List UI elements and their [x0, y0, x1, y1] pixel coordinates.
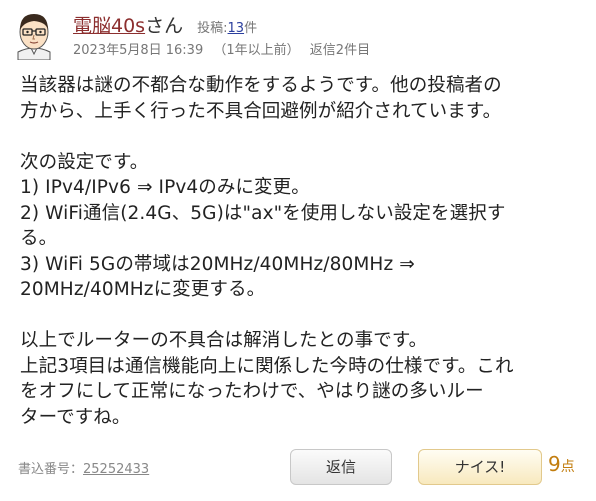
post-number-label: 書込番号： — [18, 462, 84, 477]
user-line: 電脳40sさん 投稿:13件 — [73, 11, 257, 38]
body-line: 当該器は謎の不都合な動作をするようです。他の投稿者の — [20, 75, 502, 96]
body-blank-line — [20, 124, 582, 150]
body-line: 2) WiFi通信(2.4G、5G)は"ax"を使用しない設定を選択す — [20, 202, 506, 224]
post-footer: 書込番号：25252433 返信 ナイス! 9点 — [0, 449, 596, 489]
body-line: 20MHz/40MHzに変更する。 — [20, 279, 266, 300]
body-line: る。 — [20, 228, 58, 249]
nice-points-value: 9 — [548, 452, 561, 476]
review-post: 電脳40sさん 投稿:13件 2023年5月8日 16:39 （1年以上前） 返… — [0, 0, 596, 501]
post-meta: 2023年5月8日 16:39 （1年以上前） 返信2件目 — [73, 39, 376, 58]
reply-index: 返信2件目 — [309, 43, 371, 58]
post-count-label: 投稿: — [197, 21, 228, 36]
man-with-glasses-avatar-icon — [17, 14, 51, 61]
body-line: 以上でルーターの不具合は解消したとの事です。 — [20, 330, 428, 351]
reply-button[interactable]: 返信 — [290, 449, 392, 485]
nice-points-unit: 点 — [560, 459, 575, 475]
nice-button[interactable]: ナイス! — [418, 449, 542, 485]
body-line: 1) IPv4/IPv6 ⇒ IPv4のみに変更。 — [20, 177, 310, 198]
body-line: 上記3項目は通信機能向上に関係した今時の仕様です。これ — [20, 355, 514, 377]
post-relative-time: （1年以上前） — [213, 43, 300, 58]
avatar[interactable] — [10, 10, 58, 61]
post-number: 書込番号：25252433 — [18, 458, 149, 477]
body-line: をオフにして正常になったわけで、やはり謎の多いルー — [20, 381, 484, 402]
body-line: 3) WiFi 5Gの帯域は20MHz/40MHz/80MHz ⇒ — [20, 253, 415, 275]
body-line: 次の設定です。 — [20, 151, 149, 173]
post-count-link[interactable]: 13 — [228, 21, 245, 36]
body-line: ターですね。 — [20, 406, 131, 428]
nice-points: 9点 — [548, 452, 575, 476]
post-count-suffix: 件 — [244, 21, 258, 36]
honorific: さん — [145, 15, 184, 37]
post-number-link[interactable]: 25252433 — [83, 462, 149, 477]
username-link[interactable]: 電脳40s — [73, 15, 145, 37]
post-body: 当該器は謎の不都合な動作をするようです。他の投稿者の 方から、上手く行った不具合… — [20, 73, 582, 430]
body-blank-line — [20, 303, 582, 329]
post-datetime: 2023年5月8日 16:39 — [73, 43, 204, 58]
body-line: 方から、上手く行った不具合回避例が紹介されています。 — [20, 100, 502, 122]
